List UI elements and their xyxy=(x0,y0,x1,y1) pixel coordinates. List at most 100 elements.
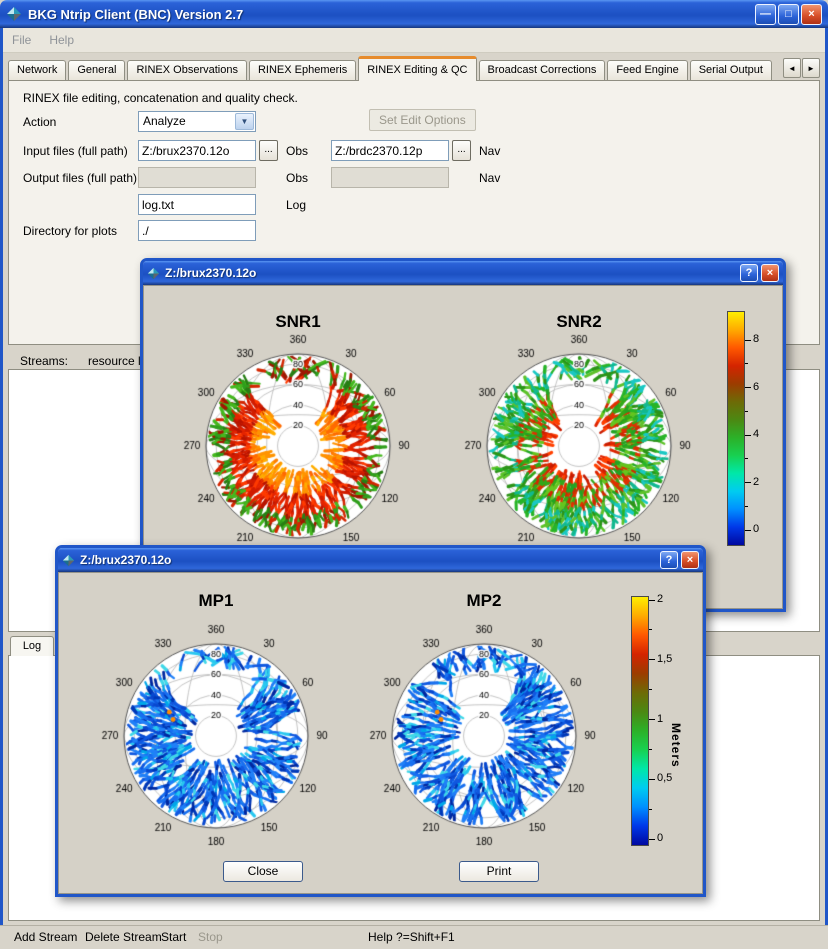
snr-colorbar-gradient xyxy=(727,311,745,546)
add-stream-button[interactable]: Add Stream xyxy=(14,930,77,944)
input-obs-field[interactable] xyxy=(138,140,256,161)
colorbar-tick-label: 4 xyxy=(753,428,759,440)
colorbar-tick xyxy=(745,482,751,483)
tab-rinex-observations[interactable]: RINEX Observations xyxy=(127,60,246,80)
colorbar-tick xyxy=(745,435,751,436)
colorbar-tick xyxy=(649,689,652,690)
plots-dir-field[interactable] xyxy=(138,220,256,241)
colorbar-tick xyxy=(745,530,751,531)
colorbar-tick xyxy=(649,719,655,720)
snr1-skyplot xyxy=(183,331,413,561)
mp-dialog-title: Z:/brux2370.12o xyxy=(80,553,657,567)
tab-rinex-editing-qc[interactable]: RINEX Editing & QC xyxy=(358,56,476,81)
snr-dialog-title: Z:/brux2370.12o xyxy=(165,266,737,280)
window-title: BKG Ntrip Client (BNC) Version 2.7 xyxy=(28,7,753,22)
mp-dialog-body: MP1 MP2 21,510,50 Meters Close Print xyxy=(58,572,703,894)
mp2-skyplot xyxy=(369,621,599,851)
nav-label-output: Nav xyxy=(479,171,500,185)
snr-colorbar: 86420 xyxy=(727,311,745,546)
colorbar-tick-label: 2 xyxy=(657,593,663,605)
snr2-plot-title: SNR2 xyxy=(464,312,694,332)
log-file-field[interactable] xyxy=(138,194,256,215)
stop-button[interactable]: Stop xyxy=(198,930,223,944)
tab-feed-engine[interactable]: Feed Engine xyxy=(607,60,687,80)
delete-stream-button[interactable]: Delete Stream xyxy=(85,930,162,944)
output-obs-field[interactable] xyxy=(138,167,256,188)
menu-file[interactable]: File xyxy=(3,33,40,47)
tab-broadcast-corrections[interactable]: Broadcast Corrections xyxy=(479,60,606,80)
browse-obs-button[interactable]: ... xyxy=(259,140,278,161)
colorbar-tick-label: 1,5 xyxy=(657,653,672,665)
tab-rinex-ephemeris[interactable]: RINEX Ephemeris xyxy=(249,60,356,80)
action-select[interactable]: Analyze ▼ xyxy=(138,111,256,132)
colorbar-tick-label: 0 xyxy=(657,832,663,844)
mp-plot-dialog: Z:/brux2370.12o ? × MP1 MP2 21,510,50 Me… xyxy=(55,545,706,897)
action-select-value: Analyze xyxy=(143,114,186,128)
close-icon[interactable]: × xyxy=(681,551,699,569)
input-nav-field[interactable] xyxy=(331,140,449,161)
input-files-label: Input files (full path) xyxy=(23,144,128,158)
help-icon[interactable]: ? xyxy=(740,264,758,282)
mp-colorbar: 21,510,50 xyxy=(631,596,649,846)
mp-dialog-titlebar[interactable]: Z:/brux2370.12o ? × xyxy=(58,548,703,572)
colorbar-tick xyxy=(649,600,655,601)
colorbar-tick xyxy=(745,506,748,507)
colorbar-tick xyxy=(649,659,655,660)
tab-strip: Network General RINEX Observations RINEX… xyxy=(8,55,820,80)
action-label: Action xyxy=(23,115,56,129)
tab-serial-output[interactable]: Serial Output xyxy=(690,60,772,80)
colorbar-tick-label: 6 xyxy=(753,381,759,393)
colorbar-tick-label: 2 xyxy=(753,476,759,488)
streams-label: Streams: xyxy=(20,354,68,368)
colorbar-tick xyxy=(745,363,748,364)
app-icon xyxy=(62,554,75,567)
tab-network[interactable]: Network xyxy=(8,60,66,80)
colorbar-tick-label: 1 xyxy=(657,713,663,725)
tab-scroll-left-icon[interactable]: ◄ xyxy=(783,58,801,78)
menubar: File Help xyxy=(3,28,825,53)
nav-label-input: Nav xyxy=(479,144,500,158)
plots-dir-label: Directory for plots xyxy=(23,224,117,238)
colorbar-tick xyxy=(649,629,652,630)
obs-label-input: Obs xyxy=(286,144,308,158)
dialog-print-button[interactable]: Print xyxy=(459,861,539,882)
log-label: Log xyxy=(286,198,306,212)
maximize-button[interactable]: □ xyxy=(778,4,799,25)
tab-scroll-control: ◄ ► xyxy=(782,58,820,78)
colorbar-tick xyxy=(745,387,751,388)
obs-label-output: Obs xyxy=(286,171,308,185)
colorbar-tick xyxy=(745,411,748,412)
window-titlebar[interactable]: BKG Ntrip Client (BNC) Version 2.7 — □ × xyxy=(0,0,828,28)
tab-scroll-right-icon[interactable]: ► xyxy=(802,58,820,78)
output-nav-field[interactable] xyxy=(331,167,449,188)
colorbar-tick-label: 0 xyxy=(753,523,759,535)
chevron-down-icon[interactable]: ▼ xyxy=(235,113,254,130)
menu-help[interactable]: Help xyxy=(40,33,83,47)
help-hint: Help ?=Shift+F1 xyxy=(368,930,455,944)
snr1-plot-title: SNR1 xyxy=(183,312,413,332)
minimize-button[interactable]: — xyxy=(755,4,776,25)
tab-general[interactable]: General xyxy=(68,60,125,80)
panel-description: RINEX file editing, concatenation and qu… xyxy=(23,91,298,105)
log-tab[interactable]: Log xyxy=(10,636,54,656)
snr-dialog-titlebar[interactable]: Z:/brux2370.12o ? × xyxy=(143,261,783,285)
colorbar-unit-label: Meters xyxy=(669,678,683,813)
desktop: { "window": {"title": "BKG Ntrip Client … xyxy=(0,0,828,948)
colorbar-tick xyxy=(649,809,652,810)
app-icon xyxy=(6,6,22,22)
colorbar-tick xyxy=(745,458,748,459)
dialog-close-button[interactable]: Close xyxy=(223,861,303,882)
start-button[interactable]: Start xyxy=(161,930,186,944)
close-icon[interactable]: × xyxy=(761,264,779,282)
set-edit-options-button[interactable]: Set Edit Options xyxy=(369,109,476,131)
app-icon xyxy=(147,267,160,280)
output-files-label: Output files (full path) xyxy=(23,171,137,185)
mp1-plot-title: MP1 xyxy=(101,591,331,611)
mp2-plot-title: MP2 xyxy=(369,591,599,611)
browse-nav-button[interactable]: ... xyxy=(452,140,471,161)
colorbar-tick xyxy=(745,340,751,341)
help-icon[interactable]: ? xyxy=(660,551,678,569)
close-button[interactable]: × xyxy=(801,4,822,25)
colorbar-tick xyxy=(649,839,655,840)
colorbar-tick xyxy=(649,779,655,780)
